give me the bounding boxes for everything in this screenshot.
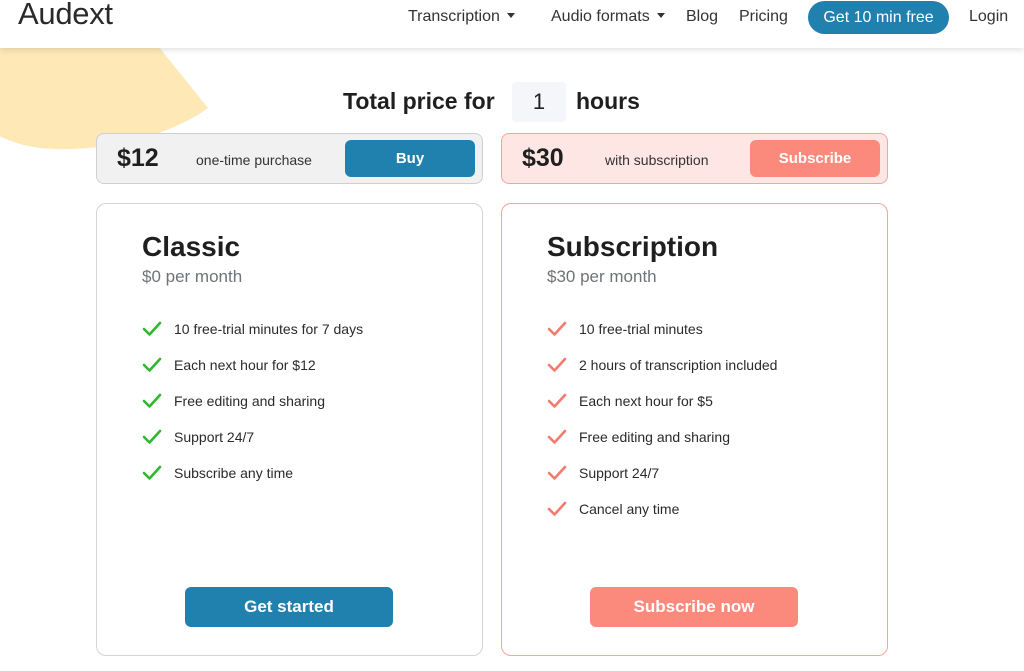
classic-total-amount: $12 [117,144,159,172]
feature-text: Subscribe any time [174,465,294,481]
subscription-price-bar: $30 with subscription Subscribe [501,133,888,184]
get-free-minutes-button[interactable]: Get 10 min free [808,1,949,34]
subscription-total-amount: $30 [522,144,564,172]
feature-text: 10 free-trial minutes [579,321,703,337]
hours-input[interactable] [512,82,566,122]
check-icon [142,393,162,408]
feature-text: Free editing and sharing [579,429,730,445]
nav-item-blog[interactable]: Blog [686,8,718,26]
feature-item: 10 free-trial minutes for 7 days [142,318,363,354]
check-icon [547,465,567,480]
feature-item: Cancel any time [547,498,777,534]
nav-item-transcription[interactable]: Transcription [408,8,515,26]
subscribe-now-button[interactable]: Subscribe now [590,587,798,627]
feature-item: Support 24/7 [142,426,363,462]
buy-button[interactable]: Buy [345,140,475,177]
feature-item: Each next hour for $5 [547,390,777,426]
feature-item: 10 free-trial minutes [547,318,777,354]
check-icon [142,321,162,336]
feature-list: 10 free-trial minutes 2 hours of transcr… [547,318,777,534]
feature-text: 2 hours of transcription included [579,357,778,373]
feature-text: Support 24/7 [174,429,255,445]
total-price-label: Total price for [343,88,495,114]
feature-item: Free editing and sharing [142,390,363,426]
nav-item-label: Audio formats [551,8,650,25]
plan-title: Subscription [547,231,719,262]
get-started-button[interactable]: Get started [185,587,393,627]
nav-item-pricing[interactable]: Pricing [739,8,788,26]
feature-text: 10 free-trial minutes for 7 days [174,321,364,337]
chevron-down-icon [656,13,665,19]
nav-item-label: Pricing [739,8,788,25]
check-icon [547,321,567,336]
feature-item: Free editing and sharing [547,426,777,462]
check-icon [142,357,162,372]
check-icon [142,465,162,480]
classic-price-note: one-time purchase [196,152,312,168]
check-icon [142,429,162,444]
nav-item-label: Transcription [408,8,500,25]
nav-item-audio-formats[interactable]: Audio formats [551,8,665,26]
classic-plan-card: Classic $0 per month 10 free-trial minut… [96,203,483,656]
hours-label: hours [576,88,640,114]
total-price-row: Total price for hours [0,82,1024,122]
feature-text: Support 24/7 [579,465,660,481]
check-icon [547,393,567,408]
subscription-price-note: with subscription [605,152,709,168]
plan-title: Classic [142,231,241,262]
feature-list: 10 free-trial minutes for 7 days Each ne… [142,318,363,498]
feature-text: Each next hour for $12 [174,357,316,373]
feature-item: Subscribe any time [142,462,363,498]
feature-text: Each next hour for $5 [579,393,713,409]
check-icon [547,429,567,444]
feature-text: Cancel any time [579,501,680,517]
feature-text: Free editing and sharing [174,393,325,409]
subscribe-button[interactable]: Subscribe [750,140,880,177]
subscription-plan-card: Subscription $30 per month 10 free-trial… [501,203,888,656]
login-link[interactable]: Login [969,8,1008,26]
feature-item: Each next hour for $12 [142,354,363,390]
plan-price: $30 per month [547,267,657,286]
plan-price: $0 per month [142,267,243,286]
classic-price-bar: $12 one-time purchase Buy [96,133,483,184]
logo[interactable]: Audext [18,0,113,32]
nav-item-label: Blog [686,8,719,25]
chevron-down-icon [506,13,515,19]
check-icon [547,357,567,372]
feature-item: Support 24/7 [547,462,777,498]
check-icon [547,501,567,516]
navbar: Audext Transcription Audio formats Blog … [0,0,1024,48]
feature-item: 2 hours of transcription included [547,354,777,390]
